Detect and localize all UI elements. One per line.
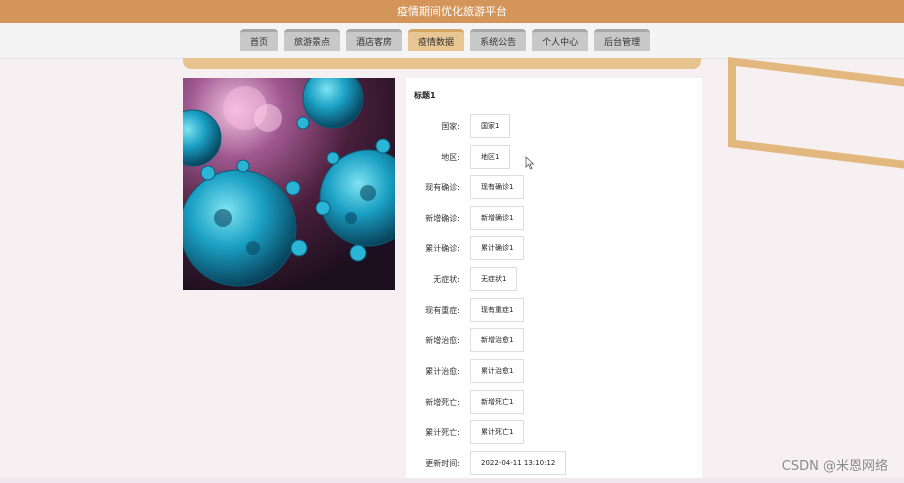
- nav-list: 首页 旅游景点 酒店客房 疫情数据 系统公告 个人中心 后台管理: [240, 29, 651, 51]
- main-nav: 首页 旅游景点 酒店客房 疫情数据 系统公告 个人中心 后台管理: [0, 23, 904, 59]
- nav-epidemic-data[interactable]: 疫情数据: [408, 29, 465, 51]
- field-row-current-severe: 现有重症: 现有重症1: [406, 297, 525, 323]
- field-value: 新增治愈1: [470, 328, 525, 352]
- field-label: 累计治愈:: [425, 366, 460, 376]
- field-value: 累计死亡1: [470, 420, 525, 444]
- field-value: 2022-04-11 13:10:12: [470, 451, 567, 475]
- field-label: 现有确诊:: [425, 182, 460, 192]
- field-row-total-confirmed: 累计确诊: 累计确诊1: [406, 235, 525, 261]
- field-label: 累计死亡:: [425, 427, 460, 437]
- field-label: 新增治愈:: [425, 335, 460, 345]
- nav-home[interactable]: 首页: [240, 29, 279, 51]
- virus-image: [183, 78, 395, 290]
- field-row-total-deaths: 累计死亡: 累计死亡1: [406, 419, 525, 445]
- field-value: 现有确诊1: [470, 175, 525, 199]
- field-row-total-cured: 累计治愈: 累计治愈1: [406, 358, 525, 384]
- field-label: 新增死亡:: [425, 397, 460, 407]
- field-value: 新增死亡1: [470, 390, 525, 414]
- field-value: 地区1: [470, 145, 511, 169]
- site-title: 疫情期间优化旅游平台: [397, 5, 507, 18]
- field-row-updated-at: 更新时间: 2022-04-11 13:10:12: [406, 450, 567, 476]
- nav-hotels[interactable]: 酒店客房: [346, 29, 403, 51]
- field-row-new-cured: 新增治愈: 新增治愈1: [406, 327, 525, 353]
- field-label: 国家:: [441, 121, 460, 131]
- footer-strip: [0, 478, 904, 483]
- epidemic-detail-card: 标题1 国家: 国家1 地区: 地区1 现有确诊: 现有确诊1 新增确诊: 新增…: [406, 78, 702, 478]
- field-row-asymptomatic: 无症状: 无症状1: [406, 266, 518, 292]
- watermark: CSDN @米恩网络: [781, 459, 888, 474]
- nav-user-center[interactable]: 个人中心: [532, 29, 589, 51]
- field-label: 更新时间:: [425, 458, 460, 468]
- site-title-bar: 疫情期间优化旅游平台: [0, 0, 904, 23]
- field-value: 国家1: [470, 114, 511, 138]
- field-value: 无症状1: [470, 267, 518, 291]
- field-value: 累计治愈1: [470, 359, 525, 383]
- field-row-current-confirmed: 现有确诊: 现有确诊1: [406, 174, 525, 200]
- field-value: 累计确诊1: [470, 236, 525, 260]
- field-row-region: 地区: 地区1: [406, 144, 511, 170]
- detail-title: 标题1: [414, 91, 436, 100]
- field-value: 现有重症1: [470, 298, 525, 322]
- nav-admin[interactable]: 后台管理: [594, 29, 651, 51]
- field-value: 新增确诊1: [470, 206, 525, 230]
- field-row-country: 国家: 国家1: [406, 113, 511, 139]
- field-row-new-deaths: 新增死亡: 新增死亡1: [406, 389, 525, 415]
- field-row-new-confirmed: 新增确诊: 新增确诊1: [406, 205, 525, 231]
- field-label: 地区:: [441, 152, 460, 162]
- section-divider: [183, 58, 701, 69]
- nav-attractions[interactable]: 旅游景点: [284, 29, 341, 51]
- mouse-cursor-icon: [525, 156, 535, 170]
- nav-announcements[interactable]: 系统公告: [470, 29, 527, 51]
- field-label: 无症状:: [433, 274, 460, 284]
- decorative-frame: [728, 57, 904, 179]
- field-label: 现有重症:: [425, 305, 460, 315]
- field-label: 累计确诊:: [425, 243, 460, 253]
- field-label: 新增确诊:: [425, 213, 460, 223]
